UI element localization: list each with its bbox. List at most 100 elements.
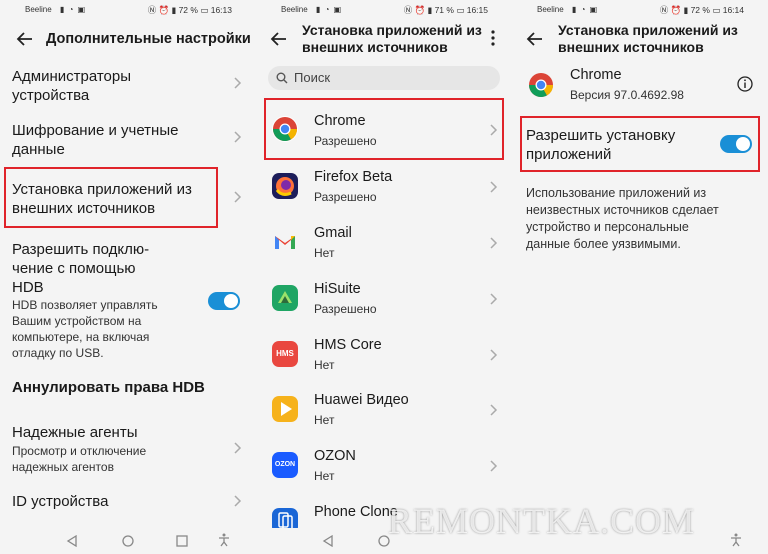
hdb-title-line: HDB: [12, 279, 44, 296]
nav-home-icon[interactable]: [122, 535, 134, 547]
search-placeholder: Поиск: [294, 70, 331, 85]
battery-level: 71 %: [434, 5, 454, 15]
page-title: Установка приложений из: [558, 22, 738, 38]
page-title: Установка приложений из: [302, 22, 482, 38]
warning-text: данные более уязвимыми.: [526, 237, 681, 251]
nav-back-icon[interactable]: [66, 535, 78, 547]
status-right: Ⓝ ⏰ ▮ 71 % ▭ 16:15: [404, 4, 488, 16]
nav-back-icon[interactable]: [322, 535, 334, 547]
status-right: Ⓝ ⏰ ▮ 72 % ▭ 16:13: [148, 4, 232, 16]
app-name: Chrome: [314, 113, 366, 129]
battery-icon: ▭: [456, 5, 465, 15]
page-title: Дополнительные настройки: [46, 31, 251, 47]
chevron-right-icon: [490, 124, 498, 136]
watermark: REMONTKA.COM: [388, 501, 696, 541]
back-arrow-icon[interactable]: [270, 30, 288, 48]
battery-level: 72 %: [690, 5, 710, 15]
signal-wifi-icons: ▮ ◔ ▣: [572, 5, 599, 14]
chrome-icon: [528, 72, 554, 98]
battery-icon: ▭: [200, 5, 209, 15]
menu-item-sub: надежных агентов: [12, 460, 114, 474]
menu-item-label: Установка приложений из: [12, 181, 192, 198]
chevron-right-icon: [490, 181, 498, 193]
hdb-title-line: чение с помощью: [12, 260, 136, 277]
carrier-name: Beeline: [281, 5, 308, 14]
warning-text: устройство и персональные: [526, 220, 689, 234]
signal-wifi-icons: ▮ ◔ ▣: [316, 5, 343, 14]
chevron-right-icon: [490, 460, 498, 472]
accessibility-icon[interactable]: [218, 533, 230, 547]
firefox-beta-icon: [272, 173, 298, 199]
gmail-icon: [272, 229, 298, 255]
search-icon: [276, 72, 288, 84]
warning-text: Использование приложений из: [526, 186, 707, 200]
nav-recents-icon[interactable]: [176, 535, 188, 547]
nfc-icon: Ⓝ ⏰ ▮: [147, 5, 179, 15]
app-status: Нет: [314, 413, 335, 427]
status-bar: Beeline ▮ ◔ ▣ Ⓝ ⏰ ▮ 72 % ▭ 16:13: [0, 3, 256, 17]
chevron-right-icon: [490, 237, 498, 249]
clock: 16:13: [210, 5, 232, 15]
menu-item-label: ID устройства: [12, 493, 109, 510]
hdb-description: HDB позволяет управлять: [12, 298, 158, 312]
allow-install-label: Разрешить установку: [526, 127, 676, 144]
app-status: Разрешено: [314, 302, 377, 316]
hdb-description: отладку по USB.: [12, 346, 104, 360]
allow-install-toggle[interactable]: [720, 135, 752, 153]
battery-icon: ▭: [712, 5, 721, 15]
chevron-right-icon: [234, 131, 242, 143]
more-options-icon[interactable]: [490, 30, 496, 46]
status-bar: Beeline ▮ ◔ ▣ Ⓝ ⏰ ▮ 72 % ▭ 16:14: [512, 3, 768, 17]
chevron-right-icon: [234, 442, 242, 454]
app-name: Firefox Beta: [314, 169, 393, 185]
app-status: Нет: [314, 469, 335, 483]
status-right: Ⓝ ⏰ ▮ 72 % ▭ 16:14: [660, 4, 744, 16]
back-arrow-icon[interactable]: [526, 30, 544, 48]
hms-core-icon: HMS: [272, 341, 298, 367]
search-input[interactable]: Поиск: [268, 66, 500, 90]
app-status: Разрешено: [314, 190, 377, 204]
back-arrow-icon[interactable]: [16, 30, 34, 48]
app-version: Версия 97.0.4692.98: [570, 88, 684, 102]
page-title: внешних источников: [302, 39, 448, 55]
carrier-name: Beeline: [25, 5, 52, 14]
clock: 16:15: [466, 5, 488, 15]
menu-item-label: внешних источников: [12, 200, 156, 217]
allow-install-label: приложений: [526, 146, 612, 163]
hdb-description: компьютере, на включая: [12, 330, 150, 344]
menu-item-label: Администраторы: [12, 68, 132, 85]
app-name: HMS Core: [314, 337, 382, 353]
hisuite-icon: [272, 285, 298, 311]
app-name: HiSuite: [314, 281, 361, 297]
app-status: Разрешено: [314, 134, 377, 148]
chevron-right-icon: [490, 404, 498, 416]
battery-level: 72 %: [178, 5, 198, 15]
carrier-name: Beeline: [537, 5, 564, 14]
screen-chrome-install-permission: Beeline ▮ ◔ ▣ Ⓝ ⏰ ▮ 72 % ▭ 16:14 Установ…: [512, 0, 768, 554]
menu-item-label: Надежные агенты: [12, 424, 138, 441]
accessibility-icon[interactable]: [730, 533, 742, 547]
app-status: Нет: [314, 358, 335, 372]
app-name: Huawei Видео: [314, 392, 409, 408]
app-name: Chrome: [570, 67, 622, 83]
chrome-icon: [272, 116, 298, 142]
chevron-right-icon: [490, 293, 498, 305]
screen-advanced-settings: Beeline ▮ ◔ ▣ Ⓝ ⏰ ▮ 72 % ▭ 16:13 Дополни…: [0, 0, 256, 554]
app-name: Gmail: [314, 225, 352, 241]
highlight-box: [264, 98, 504, 160]
info-icon[interactable]: [737, 76, 753, 92]
screen-unknown-sources-list: Beeline ▮ ◔ ▣ Ⓝ ⏰ ▮ 71 % ▭ 16:15 Установ…: [256, 0, 512, 554]
page-title: внешних источников: [558, 39, 704, 55]
clock: 16:14: [722, 5, 744, 15]
ozon-icon: OZON: [272, 452, 298, 478]
huawei-video-icon: [272, 396, 298, 422]
revoke-hdb-button[interactable]: Аннулировать права HDB: [12, 378, 205, 397]
app-status: Нет: [314, 246, 335, 260]
hdb-title-line: Разрешить подклю-: [12, 241, 150, 258]
chevron-right-icon: [234, 191, 242, 203]
menu-item-label: Шифрование и учетные: [12, 122, 179, 139]
hdb-description: Вашим устройством на: [12, 314, 142, 328]
app-name: OZON: [314, 448, 356, 464]
menu-item-label: данные: [12, 141, 65, 158]
hdb-toggle[interactable]: [208, 292, 240, 310]
